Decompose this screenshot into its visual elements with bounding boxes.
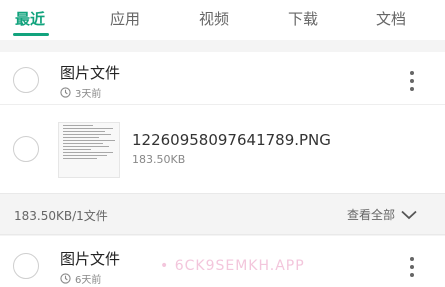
watermark: • 6CK9SEMKH.APP <box>160 258 305 274</box>
group-summary-bar: 183.50KB/1文件 查看全部 <box>0 193 445 235</box>
group-time: 3天前 <box>60 85 101 100</box>
group-title: 图片文件 <box>60 64 121 82</box>
group-title: 图片文件 <box>60 250 121 268</box>
file-thumbnail[interactable] <box>58 122 120 178</box>
group-summary: 183.50KB/1文件 <box>14 209 108 223</box>
group-select-radio[interactable] <box>13 253 39 279</box>
view-all-label: 查看全部 <box>347 208 396 222</box>
clock-icon <box>60 87 71 98</box>
tab-bar: 最近 应用 视频 下载 文档 <box>0 0 445 40</box>
group-time: 6天前 <box>60 271 101 286</box>
more-vertical-icon[interactable] <box>409 257 415 277</box>
active-tab-indicator <box>13 33 49 36</box>
tab-documents[interactable]: 文档 <box>376 8 406 29</box>
group-select-radio[interactable] <box>13 67 39 93</box>
clock-icon <box>60 273 71 284</box>
tab-apps[interactable]: 应用 <box>110 8 140 29</box>
file-row[interactable]: 12260958097641789.PNG 183.50KB <box>0 105 445 193</box>
group-header[interactable]: 图片文件 3天前 <box>0 52 445 105</box>
view-all-button[interactable]: 查看全部 <box>347 206 417 223</box>
file-select-radio[interactable] <box>13 136 39 162</box>
more-vertical-icon[interactable] <box>409 71 415 91</box>
group-time-label: 3天前 <box>75 89 102 100</box>
tab-recent[interactable]: 最近 <box>15 8 45 29</box>
group-time-label: 6天前 <box>75 275 102 286</box>
file-name: 12260958097641789.PNG <box>132 131 331 149</box>
chevron-down-icon <box>401 210 417 219</box>
file-size: 183.50KB <box>132 153 186 166</box>
tab-videos[interactable]: 视频 <box>199 8 229 29</box>
tab-downloads[interactable]: 下载 <box>288 8 318 29</box>
